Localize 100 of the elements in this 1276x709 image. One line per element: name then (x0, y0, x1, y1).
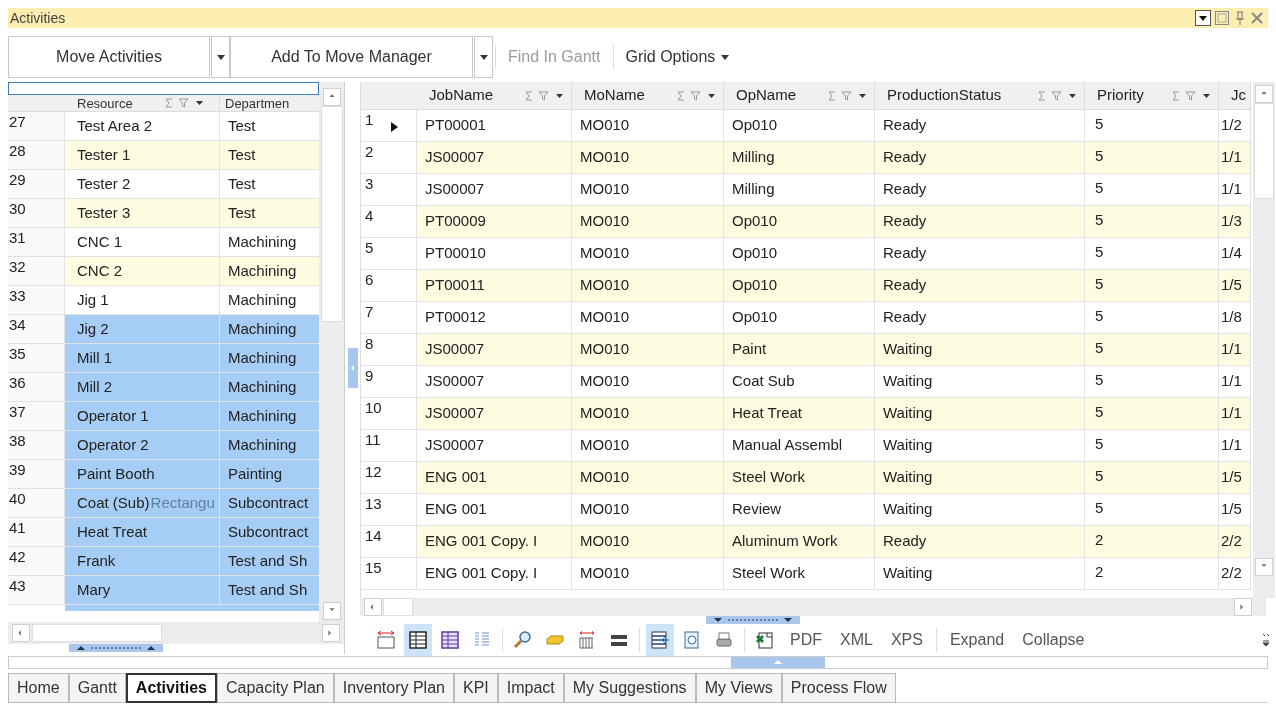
tab[interactable]: Activities (125, 673, 217, 703)
horizontal-scrollbar[interactable] (360, 598, 1266, 616)
grid-options-menu[interactable]: Grid Options (615, 36, 740, 78)
tab[interactable]: Capacity Plan (216, 673, 334, 703)
table-cell[interactable]: Machining (220, 431, 319, 459)
toolbar-button[interactable]: Move Activities (8, 36, 210, 78)
filter-field[interactable] (8, 82, 319, 95)
close-icon[interactable] (1250, 11, 1264, 25)
column-header[interactable]: OpName (724, 82, 875, 109)
toolbar-button[interactable]: XPS (883, 624, 930, 656)
dropdown-button[interactable] (211, 36, 230, 78)
table-cell[interactable]: Tester 1 (65, 141, 220, 169)
splitter-handle[interactable] (731, 657, 825, 668)
table-cell[interactable]: Machining (220, 257, 319, 285)
toolbar-button[interactable]: PDF (783, 624, 829, 656)
dropdown-icon[interactable] (1195, 10, 1211, 26)
column-header[interactable]: Jc (1219, 82, 1251, 109)
row-number: 36 (8, 373, 65, 401)
table-cell[interactable]: Subcontract (220, 489, 319, 517)
caret-icon (216, 54, 225, 60)
table-cell[interactable]: Paint Booth (65, 460, 220, 488)
table-cell[interactable]: Coat (Sub)Rectangu (65, 489, 220, 517)
toolbar-button: Find In Gantt (498, 36, 611, 78)
vertical-scrollbar[interactable] (1253, 82, 1275, 598)
table-cell[interactable]: Tester 3 (65, 199, 220, 227)
table-cell[interactable]: CNC 2 (65, 257, 220, 285)
tab[interactable]: Impact (497, 673, 564, 703)
table-cell: ENG 001 Copy. I (417, 526, 572, 557)
toolbar-button[interactable]: Expand (942, 624, 1012, 656)
table-cell[interactable]: Test and Sh (220, 576, 319, 604)
current-row-icon (391, 122, 398, 132)
table-cell[interactable]: Frank (65, 547, 220, 575)
table-cell[interactable]: Operator 1 (65, 402, 220, 430)
row-number: 8 (364, 334, 375, 354)
table-cell: MO010 (572, 206, 724, 237)
tab[interactable]: My Suggestions (563, 673, 696, 703)
tab[interactable]: Process Flow (781, 673, 896, 703)
splitter-handle[interactable] (706, 616, 800, 624)
table-cell[interactable]: Test and Sh (220, 547, 319, 575)
table-cell[interactable]: Mill 2 (65, 373, 220, 401)
table-cell[interactable]: Mill 1 (65, 344, 220, 372)
column-header[interactable]: Departmen (220, 95, 319, 111)
pin-icon[interactable] (1233, 10, 1247, 26)
table-cell: MO010 (572, 526, 724, 557)
table-cell[interactable]: Operator 2 (65, 431, 220, 459)
table-cell: 5 (1085, 206, 1219, 237)
splitter-handle[interactable] (347, 348, 358, 388)
column-header[interactable]: Resource (65, 95, 220, 111)
row-number: 2 (364, 142, 375, 162)
scroll-thumb[interactable] (32, 624, 162, 642)
table-cell: 5 (1085, 462, 1219, 493)
column-header[interactable]: JobName (417, 82, 572, 109)
table-cell[interactable]: Test (220, 199, 319, 227)
grid-icon[interactable] (404, 624, 432, 656)
column-header[interactable]: MoName (572, 82, 724, 109)
table-cell[interactable]: Test (220, 141, 319, 169)
row-number: 11 (364, 430, 382, 450)
table-cell[interactable]: Machining (220, 373, 319, 401)
horizontal-scrollbar[interactable] (8, 622, 344, 644)
table-cell: 1/5 (1219, 494, 1251, 525)
row-number: 42 (8, 547, 65, 575)
row-number: 5 (364, 238, 375, 258)
overflow-icon[interactable] (1262, 632, 1270, 648)
tab[interactable]: Inventory Plan (333, 673, 454, 703)
toolbar-button[interactable]: Collapse (1015, 624, 1092, 656)
tab[interactable]: My Views (695, 673, 782, 703)
window-title: Activities (10, 8, 66, 28)
row-number: 27 (8, 112, 65, 140)
row-number: 33 (8, 286, 65, 314)
row-number: 38 (8, 431, 65, 459)
row-number: 9 (364, 366, 375, 386)
table-cell[interactable]: Painting (220, 460, 319, 488)
scroll-thumb[interactable] (383, 598, 413, 616)
table-cell: 1/1 (1219, 398, 1251, 429)
row-number: 7 (364, 302, 375, 322)
column-chooser-icon[interactable] (646, 624, 674, 656)
toolbar-button[interactable]: XML (833, 624, 880, 656)
tab[interactable]: Home (8, 673, 69, 703)
table-cell: Waiting (875, 398, 1085, 429)
scroll-thumb[interactable] (1254, 103, 1274, 199)
column-header[interactable]: ProductionStatus (875, 82, 1085, 109)
table-cell: Waiting (875, 334, 1085, 365)
table-cell[interactable]: Jig 2 (65, 315, 220, 343)
table-cell[interactable]: Mary (65, 576, 220, 604)
table-cell[interactable]: Machining (220, 402, 319, 430)
column-header[interactable]: Priority (1085, 82, 1219, 109)
dropdown-button[interactable] (474, 36, 493, 78)
toolbar-button[interactable]: Add To Move Manager (230, 36, 473, 78)
table-cell[interactable]: Subcontract (220, 518, 319, 546)
table-cell[interactable]: Heat Treat (65, 518, 220, 546)
table-cell[interactable]: Machining (220, 344, 319, 372)
table-cell[interactable]: Machining (220, 315, 319, 343)
tab[interactable]: KPI (453, 673, 498, 703)
tab[interactable]: Gantt (68, 673, 126, 703)
splitter-handle[interactable] (69, 644, 163, 652)
table-cell: 1/1 (1219, 430, 1251, 461)
vertical-scrollbar[interactable] (319, 82, 344, 622)
row-number: 29 (8, 170, 65, 198)
scroll-thumb[interactable] (320, 106, 343, 322)
row-number: 10 (364, 398, 383, 418)
